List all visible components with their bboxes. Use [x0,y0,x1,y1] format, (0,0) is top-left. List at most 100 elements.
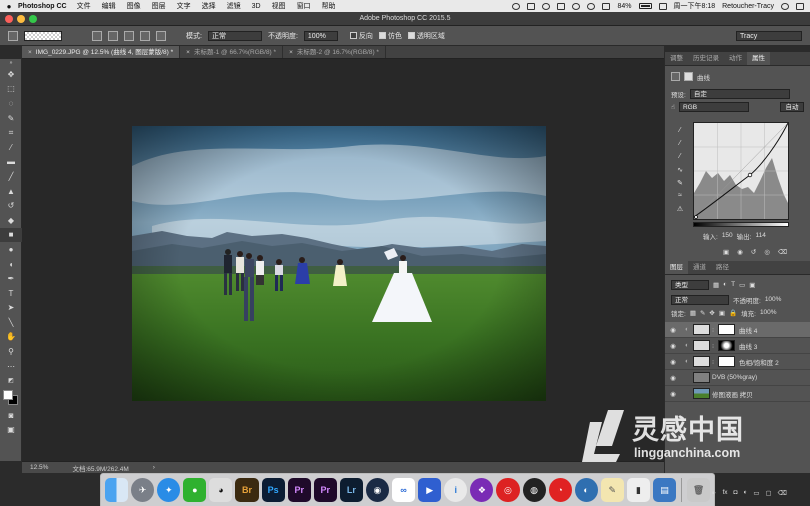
lock-artboard-icon[interactable]: ▣ [719,309,725,317]
status-menu-icon[interactable]: › [153,464,155,471]
wifi-icon[interactable] [602,2,611,10]
lasso-tool-icon[interactable]: ◌ [0,96,22,111]
display-icon[interactable] [527,2,536,10]
dither-checkbox[interactable] [378,32,386,40]
angle-gradient-button[interactable] [124,30,134,41]
reflected-gradient-button[interactable] [140,30,150,41]
channel-select[interactable]: RGB [678,101,749,112]
tab-img-0229[interactable]: × IMG_0229.JPG @ 12.5% (曲线 4, 图层蒙版/8) * [22,46,181,58]
healing-tool-icon[interactable]: ▬ [0,155,22,170]
input-value[interactable]: 150 [722,232,733,239]
gradient-tool-icon[interactable]: ■ [0,227,22,243]
layer-curves-3[interactable]: ◉ ◐ ⁝ 曲线 3 [665,338,810,354]
keynote-icon[interactable]: ▤ [652,478,677,502]
layer-mask-thumbnail[interactable] [718,356,735,367]
sync-icon[interactable] [512,2,521,10]
close-tab-icon[interactable]: × [186,49,190,56]
close-tab-icon[interactable]: × [28,49,32,56]
tab-channels[interactable]: 通道 [688,261,711,274]
clipping-warning-icon[interactable]: ⚠ [673,202,687,215]
close-window-button[interactable] [5,15,13,23]
path-select-tool-icon[interactable]: ➤ [0,301,22,316]
eye-icon[interactable]: ◉ [665,390,681,398]
diamond-gradient-button[interactable] [156,30,166,41]
line-tool-icon[interactable]: ╲ [0,315,22,330]
lock-paint-icon[interactable]: ✎ [700,309,705,317]
default-colors-icon[interactable]: ◩ [0,373,22,388]
eyedropper-tool-icon[interactable]: ⁄ [0,140,22,155]
layer-mask-thumbnail[interactable] [718,340,735,351]
move-tool-icon[interactable]: ✥ [0,67,22,82]
curve-point-tool-icon[interactable]: ∿ [673,163,687,176]
wechat-icon[interactable]: ● [183,478,207,502]
menu-type[interactable]: 文字 [177,1,191,11]
hand-tool-icon[interactable]: ✋ [0,330,22,345]
photoshop-icon[interactable]: Ps [261,478,285,502]
lightroom-icon[interactable]: Lr [339,478,363,502]
layer-name[interactable]: 曲线 4 [739,325,757,335]
zoom-window-button[interactable] [29,15,37,23]
finder-icon[interactable] [105,478,129,502]
blend-mode-select[interactable]: 正常 [671,294,729,305]
clip-to-layer-icon[interactable]: ▣ [723,248,729,256]
visibility-icon[interactable]: ◎ [764,248,770,256]
menu-layer[interactable]: 图层 [152,1,166,11]
pencil-curve-tool-icon[interactable]: ✎ [673,176,687,189]
menu-window[interactable]: 窗口 [297,1,311,11]
view-previous-icon[interactable]: ◉ [737,248,743,256]
hand-adjust-icon[interactable]: ☝ [671,103,675,111]
tab-history[interactable]: 历史记录 [688,52,724,65]
layer-filter-select[interactable]: 类型 [671,279,709,290]
pen-tool-icon[interactable]: ✒ [0,271,22,286]
minimize-window-button[interactable] [17,15,25,23]
tool-preset-picker[interactable] [8,30,18,41]
eye-icon[interactable]: ◉ [665,342,681,350]
davinci-icon[interactable]: ❖ [470,478,494,502]
opacity-field[interactable]: 100% [303,30,338,41]
tab-actions[interactable]: 动作 [724,52,747,65]
menu-help[interactable]: 帮助 [322,1,336,11]
gradient-swatch[interactable] [24,30,62,41]
add-mask-icon[interactable]: ◘ [734,489,738,496]
linear-gradient-button[interactable] [92,30,102,41]
new-adjustment-icon[interactable]: ◐ [743,489,747,496]
smooth-curve-icon[interactable]: ≈ [673,189,687,202]
history-brush-tool-icon[interactable]: ↺ [0,198,22,213]
info-app-icon[interactable]: i [444,478,468,502]
fx-icon[interactable]: fx [722,489,727,496]
fill-value[interactable]: 100% [760,309,777,316]
eye-icon[interactable]: ◉ [665,326,681,334]
filter-pixel-icon[interactable]: ▦ [713,281,719,289]
layer-name[interactable]: 色相/饱和度 2 [739,357,779,367]
lock-move-icon[interactable]: ✥ [709,309,714,317]
layer-photo-copy[interactable]: ◉ 修图液画 拷贝 [665,386,810,402]
screen-mode-icon[interactable]: ▣ [0,423,22,438]
filter-smart-icon[interactable]: ▣ [749,281,755,289]
filter-shape-icon[interactable]: ▭ [739,281,745,289]
filter-type-icon[interactable]: T [731,281,735,288]
close-tab-icon[interactable]: × [289,49,293,56]
menu-view[interactable]: 视图 [272,1,286,11]
menu-filter[interactable]: 滤镜 [227,1,241,11]
tab-paths[interactable]: 路径 [711,261,734,274]
layer-dvb-gray[interactable]: ◉ DVB (50%gray) [665,370,810,386]
brush-tool-icon[interactable]: ╱ [0,169,22,184]
video-app-icon[interactable]: ▶ [418,478,442,502]
black-point-eyedropper-icon[interactable]: ⁄ [673,124,687,137]
reset-icon[interactable]: ↺ [751,248,756,256]
stamp-tool-icon[interactable]: ▲ [0,184,22,199]
layer-opacity-value[interactable]: 100% [765,296,782,303]
new-layer-icon[interactable]: ▢ [766,489,772,497]
input-method-icon[interactable] [658,2,667,10]
type-tool-icon[interactable]: T [0,286,22,301]
tab-untitled-1[interactable]: × 未标题-1 @ 66.7%(RGB/8) * [180,46,284,58]
mask-icon[interactable] [684,72,693,81]
menu-3d[interactable]: 3D [252,3,261,10]
layer-name[interactable]: DVB (50%gray) [712,374,757,381]
obs-icon[interactable]: ◍ [522,478,546,502]
transparency-checkbox[interactable] [407,32,415,40]
battery-icon[interactable] [638,3,652,9]
lock-all-icon[interactable]: 🔒 [729,309,737,317]
cinema4d-icon[interactable]: ◉ [365,478,390,502]
mode-select[interactable]: 正常 [207,30,262,41]
